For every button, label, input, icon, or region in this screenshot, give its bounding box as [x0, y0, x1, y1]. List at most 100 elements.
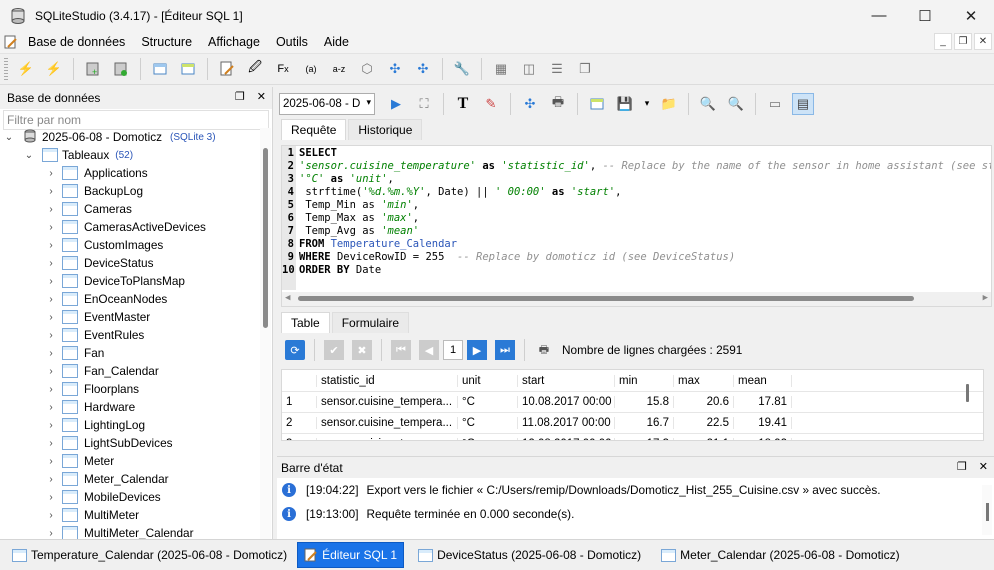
task-meter-calendar[interactable]: Meter_Calendar (2025-06-08 - Domoticz)	[655, 542, 905, 568]
chevron-right-icon[interactable]: ›	[46, 240, 56, 251]
layout-single-icon[interactable]: ▭	[764, 93, 786, 115]
chevron-right-icon[interactable]: ›	[46, 384, 56, 395]
cell[interactable]: 21.1	[673, 438, 733, 440]
panel-close-icon[interactable]: ✕	[257, 90, 266, 103]
mdi-close-icon[interactable]: ✕	[974, 33, 992, 50]
explain-icon[interactable]: ⛶	[413, 93, 435, 115]
tree-table-item[interactable]: › DeviceToPlansMap	[0, 272, 262, 290]
cell[interactable]: °C	[457, 438, 517, 440]
minimize-button[interactable]: —	[856, 0, 902, 31]
float-icon[interactable]: ❐	[235, 90, 245, 103]
results-grid[interactable]: statistic_id unit start min max mean 1 se…	[281, 369, 984, 441]
tree-table-item[interactable]: › BackupLog	[0, 182, 262, 200]
cell[interactable]: °C	[457, 417, 517, 429]
cell[interactable]: 12.08.2017 00:00	[517, 438, 614, 440]
cell[interactable]: 22.5	[673, 417, 733, 429]
menu-structure[interactable]: Structure	[133, 31, 200, 53]
add-db-icon[interactable]: +	[82, 58, 104, 80]
chevron-down-icon[interactable]: ⌄	[4, 132, 14, 143]
tree-table-item[interactable]: › CustomImages	[0, 236, 262, 254]
expand-icon[interactable]: ✣	[519, 93, 541, 115]
tab-form[interactable]: Formulaire	[331, 312, 410, 333]
chevron-right-icon[interactable]: ›	[46, 348, 56, 359]
chevron-right-icon[interactable]: ›	[46, 438, 56, 449]
last-page-icon[interactable]: ⏭	[495, 340, 515, 360]
chevron-right-icon[interactable]: ›	[46, 294, 56, 305]
task-sql-editor[interactable]: Éditeur SQL 1	[297, 542, 405, 568]
tile-vertical-icon[interactable]: ◫	[518, 58, 540, 80]
prev-page-icon[interactable]: ◀	[419, 340, 439, 360]
col-header[interactable]: mean	[733, 374, 792, 387]
tree-table-item[interactable]: › Cameras	[0, 200, 262, 218]
edit-table-icon[interactable]	[177, 58, 199, 80]
grid-scrollbar[interactable]	[966, 384, 969, 402]
new-query-icon[interactable]	[586, 93, 608, 115]
tree-table-item[interactable]: › CamerasActiveDevices	[0, 218, 262, 236]
cell[interactable]: 17.81	[733, 396, 792, 408]
code-editor[interactable]: 1 SELECT 2'sensor.cuisine_temperature' as…	[281, 145, 992, 307]
cell[interactable]: 20.6	[673, 396, 733, 408]
refresh-icon[interactable]: ⟳	[285, 340, 305, 360]
tree-table-item[interactable]: › Meter	[0, 452, 262, 470]
chevron-right-icon[interactable]: ›	[46, 222, 56, 233]
cell[interactable]: °C	[457, 396, 517, 408]
execute-icon[interactable]: ▶	[385, 93, 407, 115]
layout-split-icon[interactable]: ▤	[792, 92, 814, 115]
sort-icon[interactable]: a-z	[328, 58, 350, 80]
cell[interactable]: 11.08.2017 00:00	[517, 417, 614, 429]
col-header[interactable]: min	[614, 374, 673, 387]
chevron-down-icon[interactable]: ⌄	[24, 150, 34, 161]
collations-icon[interactable]: (a)	[300, 58, 322, 80]
menu-tools[interactable]: Outils	[268, 31, 316, 53]
commit-icon[interactable]: ✔	[324, 340, 344, 360]
open-folder-icon[interactable]: 📁	[658, 93, 680, 115]
tree-table-item[interactable]: › DeviceStatus	[0, 254, 262, 272]
tab-query[interactable]: Requête	[281, 119, 347, 140]
print-icon[interactable]: 🖶	[547, 93, 569, 115]
chevron-right-icon[interactable]: ›	[46, 474, 56, 485]
cell[interactable]: sensor.cuisine_tempera...	[316, 396, 457, 408]
tree-table-item[interactable]: › LightSubDevices	[0, 434, 262, 452]
col-header[interactable]: max	[673, 374, 733, 387]
tree-table-item[interactable]: › Fan	[0, 344, 262, 362]
tile-windows-icon[interactable]: ▦	[490, 58, 512, 80]
menu-database[interactable]: Base de données	[20, 31, 133, 53]
tree-db-node[interactable]: ⌄ 2025-06-08 - Domoticz (SQLite 3)	[0, 128, 262, 146]
tree-table-item[interactable]: › LightingLog	[0, 416, 262, 434]
col-header[interactable]: unit	[457, 374, 517, 387]
maximize-button[interactable]: ☐	[902, 0, 948, 31]
cell[interactable]: 10.08.2017 00:00	[517, 396, 614, 408]
filter-input[interactable]: Filtre par nom	[3, 110, 269, 130]
extensions-icon[interactable]: ⬡	[356, 58, 378, 80]
new-table-icon[interactable]	[149, 58, 171, 80]
panel-close-icon[interactable]: ✕	[979, 460, 988, 473]
tree-table-item[interactable]: › Floorplans	[0, 380, 262, 398]
cell[interactable]: 17.3	[614, 438, 673, 440]
close-button[interactable]: ✕	[948, 0, 994, 31]
rollback-icon[interactable]: ✖	[352, 340, 372, 360]
save-dropdown-icon[interactable]: ▾	[642, 93, 652, 115]
cell[interactable]: 18.92	[733, 438, 792, 440]
task-device-status[interactable]: DeviceStatus (2025-06-08 - Domoticz)	[412, 542, 647, 568]
connect-icon[interactable]: ⚡	[15, 58, 37, 80]
format-icon[interactable]: T	[452, 93, 474, 115]
tree-table-item[interactable]: › EventMaster	[0, 308, 262, 326]
tree-table-item[interactable]: › MobileDevices	[0, 488, 262, 506]
tree-scrollbar[interactable]	[260, 128, 271, 539]
chevron-right-icon[interactable]: ›	[46, 186, 56, 197]
print-results-icon[interactable]: 🖶	[534, 340, 554, 360]
db-select[interactable]: 2025-06-08 - D ▾	[279, 92, 375, 115]
first-page-icon[interactable]: ⏮	[391, 340, 411, 360]
mdi-restore-icon[interactable]: ❐	[954, 33, 972, 50]
chevron-right-icon[interactable]: ›	[46, 402, 56, 413]
tree-table-item[interactable]: › EnOceanNodes	[0, 290, 262, 308]
tab-table[interactable]: Table	[281, 312, 330, 333]
cell[interactable]: 19.41	[733, 417, 792, 429]
page-input[interactable]: 1	[443, 340, 463, 360]
clear-icon[interactable]: ✎	[480, 93, 502, 115]
chevron-right-icon[interactable]: ›	[46, 276, 56, 287]
tree-table-item[interactable]: › EventRules	[0, 326, 262, 344]
chevron-right-icon[interactable]: ›	[46, 204, 56, 215]
cell[interactable]: 15.8	[614, 396, 673, 408]
chevron-right-icon[interactable]: ›	[46, 492, 56, 503]
